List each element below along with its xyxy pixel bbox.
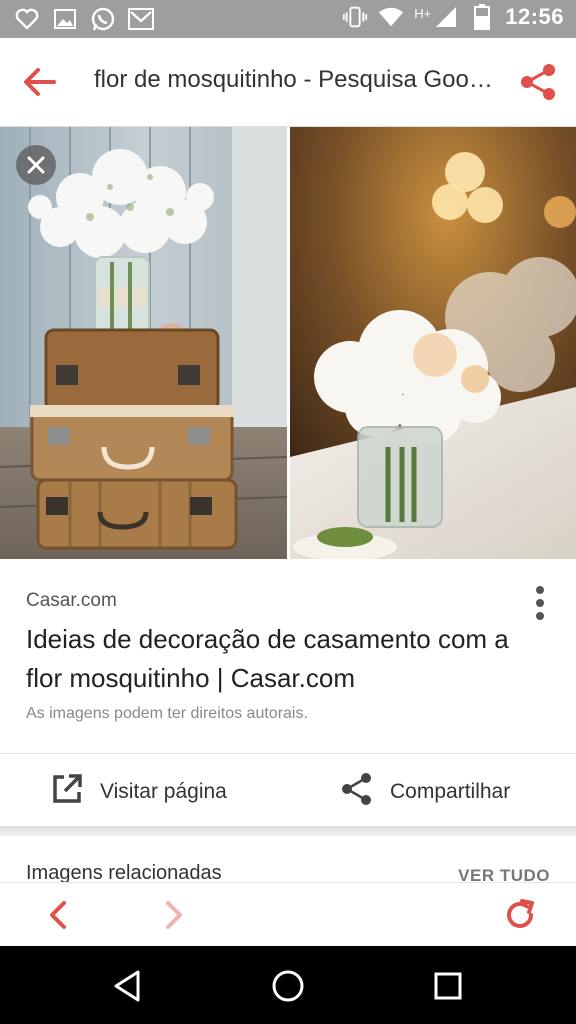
visit-page-label: Visitar página [100, 780, 227, 803]
chevron-right-icon[interactable] [160, 899, 188, 931]
card-separator [0, 826, 576, 836]
close-icon[interactable] [16, 145, 56, 185]
image-preview[interactable] [0, 127, 576, 559]
gmail-icon [128, 6, 154, 32]
system-nav-bar [0, 946, 576, 1024]
heart-icon [14, 6, 40, 32]
network-type: H+ [414, 5, 432, 21]
source-domain[interactable]: Casar.com [26, 590, 117, 612]
result-card: Casar.com Ideias de decoração de casamen… [0, 560, 576, 826]
copyright-notice: As imagens podem ter direitos autorais. [26, 705, 308, 722]
visit-page-button[interactable]: Visitar página [50, 772, 227, 812]
divider [0, 753, 576, 754]
whatsapp-icon [90, 6, 116, 32]
share-result-button[interactable]: Compartilhar [340, 772, 510, 812]
wifi-icon [378, 4, 404, 30]
more-options-icon[interactable] [532, 584, 548, 622]
clock: 12:56 [505, 4, 564, 29]
related-images-section: Imagens relacionadas VER TUDO [0, 836, 576, 886]
signal-icon [433, 4, 459, 30]
share-label: Compartilhar [390, 780, 511, 803]
share-icon [340, 772, 374, 812]
system-back-icon[interactable] [108, 966, 148, 1006]
toolbar: flor de mosquitinho - Pesquisa Google [0, 38, 576, 127]
system-home-icon[interactable] [268, 966, 308, 1006]
result-headline[interactable]: Ideias de decoração de casamento com a f… [26, 620, 536, 698]
vibrate-icon [342, 4, 368, 30]
open-external-icon [50, 772, 84, 812]
table-centerpiece-image[interactable] [290, 127, 576, 559]
status-bar: H+ 12:56 [0, 0, 576, 38]
share-icon[interactable] [518, 62, 558, 102]
suitcases-flowers-image[interactable] [0, 127, 287, 559]
battery-icon [469, 4, 495, 30]
back-arrow-icon[interactable] [20, 64, 60, 100]
system-recents-icon[interactable] [428, 966, 468, 1006]
page-title: flor de mosquitinho - Pesquisa Google [94, 66, 494, 93]
chevron-left-icon[interactable] [44, 899, 72, 931]
reload-icon[interactable] [502, 897, 538, 933]
image-icon [52, 6, 78, 32]
browser-nav-bar [0, 882, 576, 947]
